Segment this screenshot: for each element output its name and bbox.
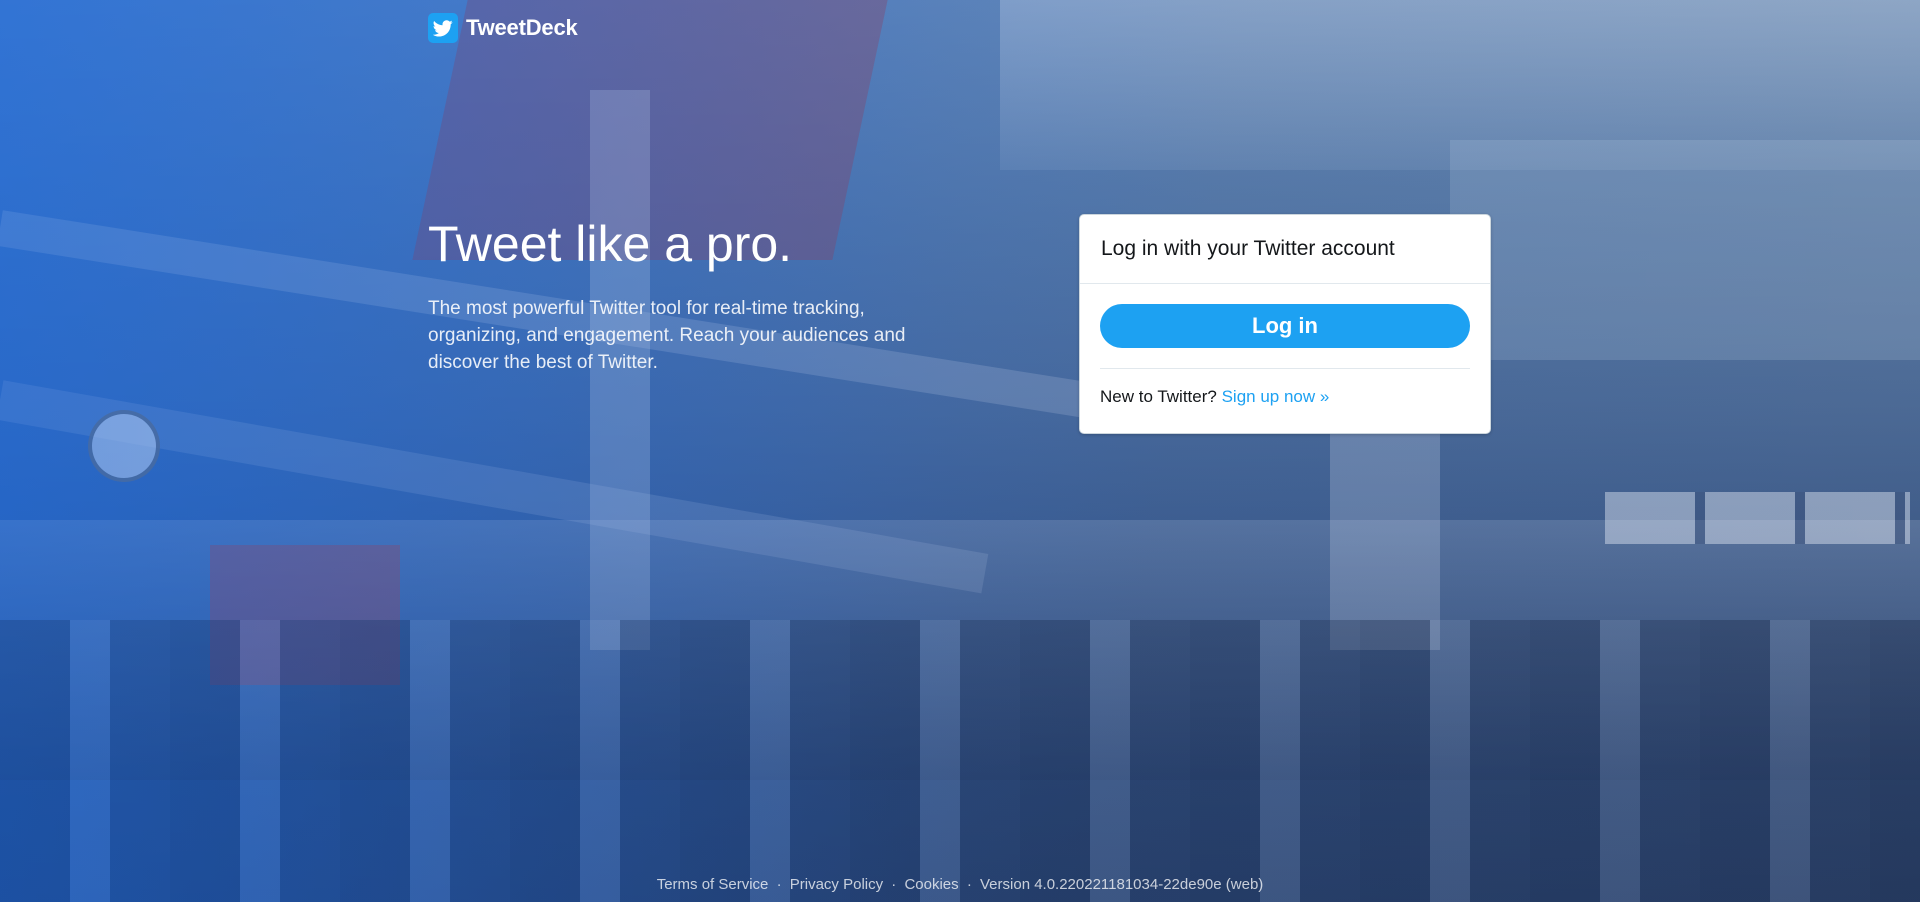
twitter-bird-icon [428, 13, 458, 43]
hero-section: Tweet like a pro. The most powerful Twit… [428, 218, 948, 376]
signup-row: New to Twitter? Sign up now » [1100, 387, 1470, 407]
new-to-twitter-text: New to Twitter? [1100, 387, 1217, 406]
footer-separator: · [776, 876, 782, 893]
bg-overlay [0, 0, 1920, 902]
signup-link[interactable]: Sign up now » [1222, 387, 1330, 406]
login-card: Log in with your Twitter account Log in … [1079, 214, 1491, 434]
footer: Terms of Service · Privacy Policy · Cook… [0, 876, 1920, 893]
hero-title: Tweet like a pro. [428, 216, 793, 272]
terms-link[interactable]: Terms of Service [657, 876, 769, 893]
login-card-heading: Log in with your Twitter account [1080, 215, 1490, 284]
divider [1100, 368, 1470, 369]
footer-separator: · [891, 876, 897, 893]
version-text: Version 4.0.220221181034-22de90e (web) [980, 876, 1264, 893]
footer-separator: · [966, 876, 972, 893]
brand-logo[interactable]: TweetDeck [428, 13, 578, 43]
brand-name: TweetDeck [466, 15, 578, 40]
cookies-link[interactable]: Cookies [904, 876, 958, 893]
hero-subtitle: The most powerful Twitter tool for real-… [428, 297, 906, 373]
privacy-link[interactable]: Privacy Policy [790, 876, 883, 893]
login-button[interactable]: Log in [1100, 304, 1470, 348]
background-image [0, 0, 1920, 902]
